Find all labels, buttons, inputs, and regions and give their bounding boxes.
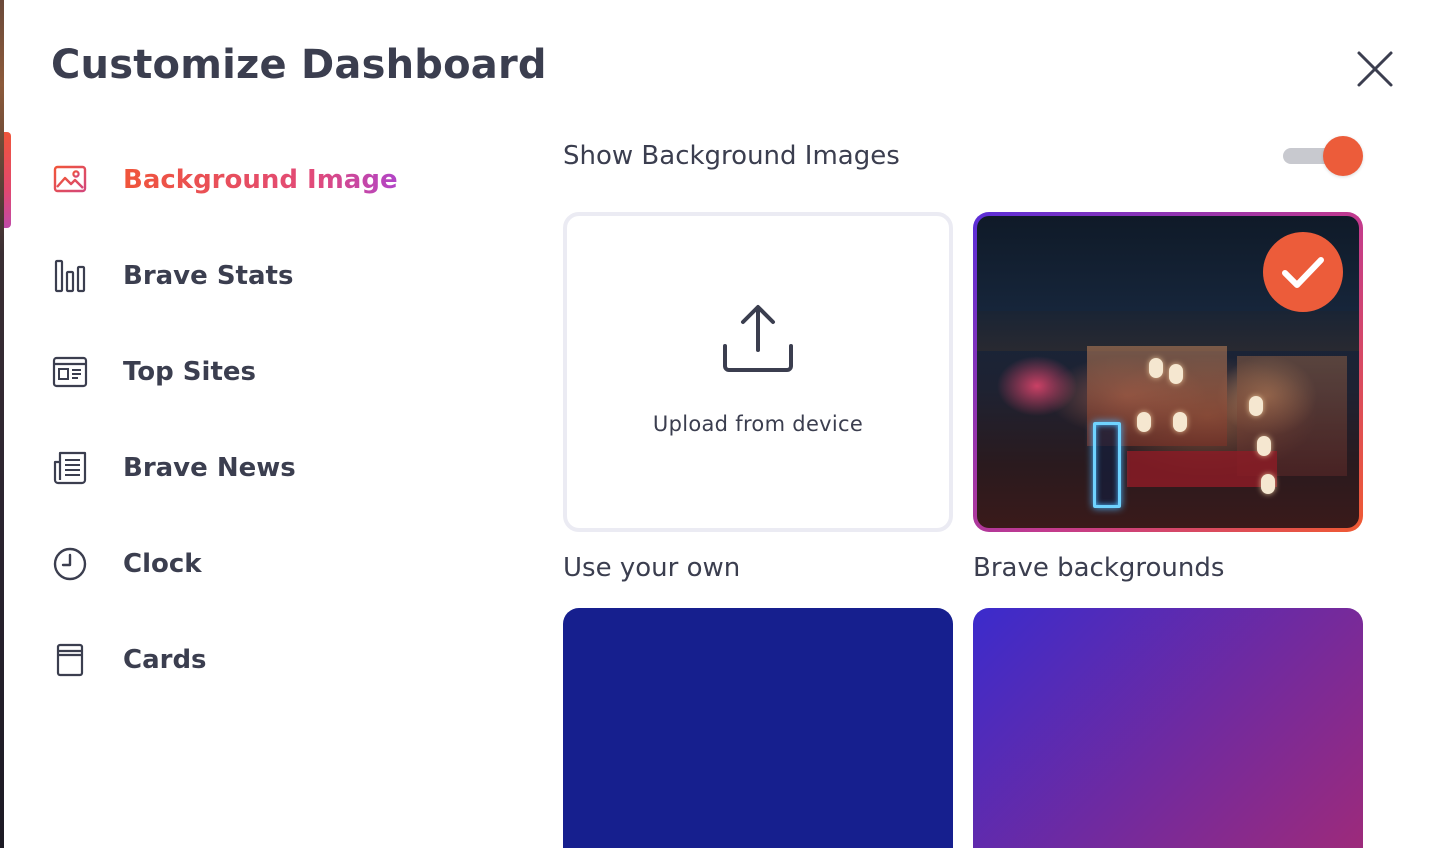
- upload-label: Upload from device: [652, 412, 864, 436]
- clock-icon: [52, 546, 88, 582]
- settings-sidebar: Background Image Brave Stats Top Sites B…: [0, 132, 480, 708]
- thumbnail-scene-roof: [977, 311, 1359, 351]
- gradient-swatch[interactable]: [973, 608, 1363, 848]
- sidebar-item-label: Brave News: [123, 453, 296, 483]
- cards-icon: [52, 642, 88, 678]
- sidebar-item-brave-news[interactable]: Brave News: [0, 420, 480, 516]
- thumbnail-lantern: [1249, 396, 1263, 416]
- image-icon: [52, 162, 88, 198]
- show-background-row: Show Background Images: [563, 134, 1363, 178]
- news-icon: [52, 450, 88, 486]
- sidebar-item-label: Clock: [123, 549, 202, 579]
- brave-backgrounds-card[interactable]: [973, 212, 1363, 532]
- thumbnail-lantern: [1169, 364, 1183, 384]
- sidebar-item-cards[interactable]: Cards: [0, 612, 480, 708]
- upload-from-device-card[interactable]: Upload from device: [563, 212, 953, 532]
- sidebar-item-label: Background Image: [123, 162, 398, 198]
- top-sites-icon: [52, 354, 88, 390]
- sidebar-item-background-image[interactable]: Background Image: [0, 132, 480, 228]
- customize-dashboard-dialog: Customize Dashboard Background Image Bra…: [0, 0, 1438, 848]
- selected-badge: [1263, 232, 1343, 312]
- sidebar-item-label: Cards: [123, 645, 207, 675]
- sidebar-item-label: Brave Stats: [123, 261, 294, 291]
- sidebar-item-top-sites[interactable]: Top Sites: [0, 324, 480, 420]
- toggle-knob: [1323, 136, 1363, 176]
- use-your-own-caption: Use your own: [563, 553, 741, 583]
- close-button[interactable]: [1352, 46, 1398, 92]
- solid-color-swatch[interactable]: [563, 608, 953, 848]
- sidebar-item-brave-stats[interactable]: Brave Stats: [0, 228, 480, 324]
- thumbnail-lantern: [1149, 358, 1163, 378]
- sidebar-item-clock[interactable]: Clock: [0, 516, 480, 612]
- brave-backgrounds-caption: Brave backgrounds: [973, 553, 1225, 583]
- active-indicator: [4, 132, 11, 228]
- dialog-title: Customize Dashboard: [51, 42, 547, 88]
- show-background-toggle[interactable]: [1283, 136, 1363, 176]
- upload-icon: [721, 302, 795, 376]
- thumbnail-lantern: [1137, 412, 1151, 432]
- brave-background-thumbnail: [977, 216, 1359, 528]
- thumbnail-lantern: [1261, 474, 1275, 494]
- thumbnail-lantern: [1173, 412, 1187, 432]
- thumbnail-lantern: [1257, 436, 1271, 456]
- thumbnail-neon-sign: [1093, 422, 1121, 508]
- sidebar-item-label: Top Sites: [123, 357, 256, 387]
- bar-chart-icon: [52, 258, 88, 294]
- close-icon: [1357, 51, 1393, 87]
- checkmark-icon: [1282, 257, 1324, 288]
- thumbnail-scene-awning: [1127, 451, 1277, 487]
- show-background-label: Show Background Images: [563, 141, 900, 171]
